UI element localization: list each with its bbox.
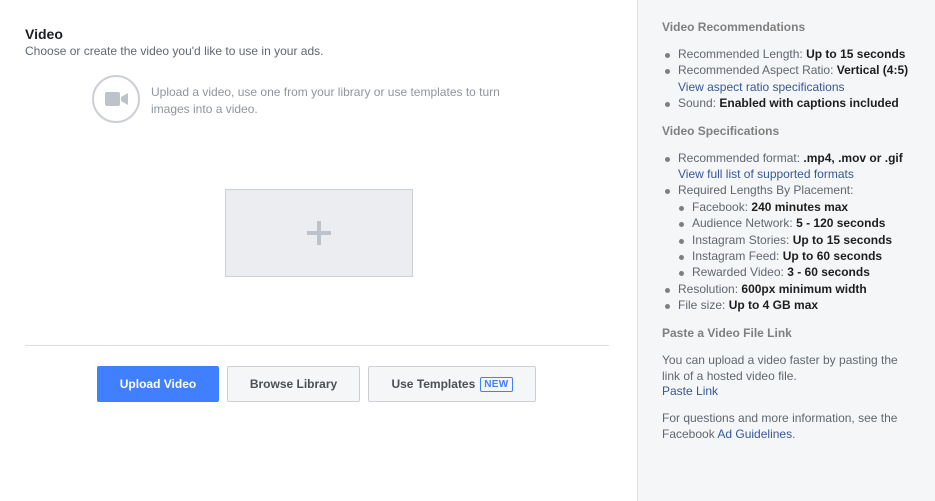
list-item: File size: Up to 4 GB max <box>662 297 918 313</box>
specifications-list: Recommended format: .mp4, .mov or .gif V… <box>662 150 918 314</box>
aspect-ratio-link[interactable]: View aspect ratio specifications <box>678 79 918 95</box>
placement-item: Facebook: 240 minutes max <box>662 199 918 215</box>
specifications-heading: Video Specifications <box>662 123 780 138</box>
list-item: Required Lengths By Placement: <box>662 182 918 198</box>
list-item: Resolution: 600px minimum width <box>662 281 918 297</box>
placement-item: Rewarded Video: 3 - 60 seconds <box>662 264 918 280</box>
use-templates-button[interactable]: Use Templates NEW <box>368 366 536 402</box>
list-item: Recommended Aspect Ratio: Vertical (4:5)… <box>662 62 918 95</box>
page-subtitle: Choose or create the video you'd like to… <box>25 44 324 58</box>
placement-item: Audience Network: 5 - 120 seconds <box>662 215 918 231</box>
new-badge: NEW <box>480 376 513 392</box>
guidelines-text: For questions and more information, see … <box>662 410 898 441</box>
ad-guidelines-link[interactable]: Ad Guidelines <box>717 427 792 441</box>
use-templates-label: Use Templates <box>391 377 476 391</box>
browse-library-button[interactable]: Browse Library <box>227 366 360 402</box>
paste-link[interactable]: Paste Link <box>662 384 918 398</box>
upload-hint: Upload a video, use one from your librar… <box>151 85 500 116</box>
upload-video-label: Upload Video <box>119 377 197 391</box>
browse-library-label: Browse Library <box>249 377 338 391</box>
supported-formats-link[interactable]: View full list of supported formats <box>678 166 918 182</box>
video-panel: Video Choose or create the video you'd l… <box>0 0 638 501</box>
divider <box>25 345 609 346</box>
recommendations-heading: Video Recommendations <box>662 20 806 34</box>
paste-link-heading: Paste a Video File Link <box>662 325 792 340</box>
placement-item: Instagram Stories: Up to 15 seconds <box>662 232 918 248</box>
video-camera-icon <box>92 75 140 123</box>
list-item: Recommended Length: Up to 15 seconds <box>662 46 918 62</box>
upload-video-button[interactable]: Upload Video <box>97 366 219 402</box>
placement-item: Instagram Feed: Up to 60 seconds <box>662 248 918 264</box>
video-dropzone[interactable] <box>225 189 413 277</box>
list-item: Recommended format: .mp4, .mov or .gif V… <box>662 150 918 183</box>
paste-link-text: You can upload a video faster by pasting… <box>662 352 898 383</box>
list-item: Sound: Enabled with captions included <box>662 95 918 111</box>
plus-icon <box>307 221 331 245</box>
recommendations-list: Recommended Length: Up to 15 seconds Rec… <box>662 46 918 112</box>
page-title: Video <box>25 26 63 42</box>
info-sidebar: Video Recommendations Recommended Length… <box>638 0 935 501</box>
